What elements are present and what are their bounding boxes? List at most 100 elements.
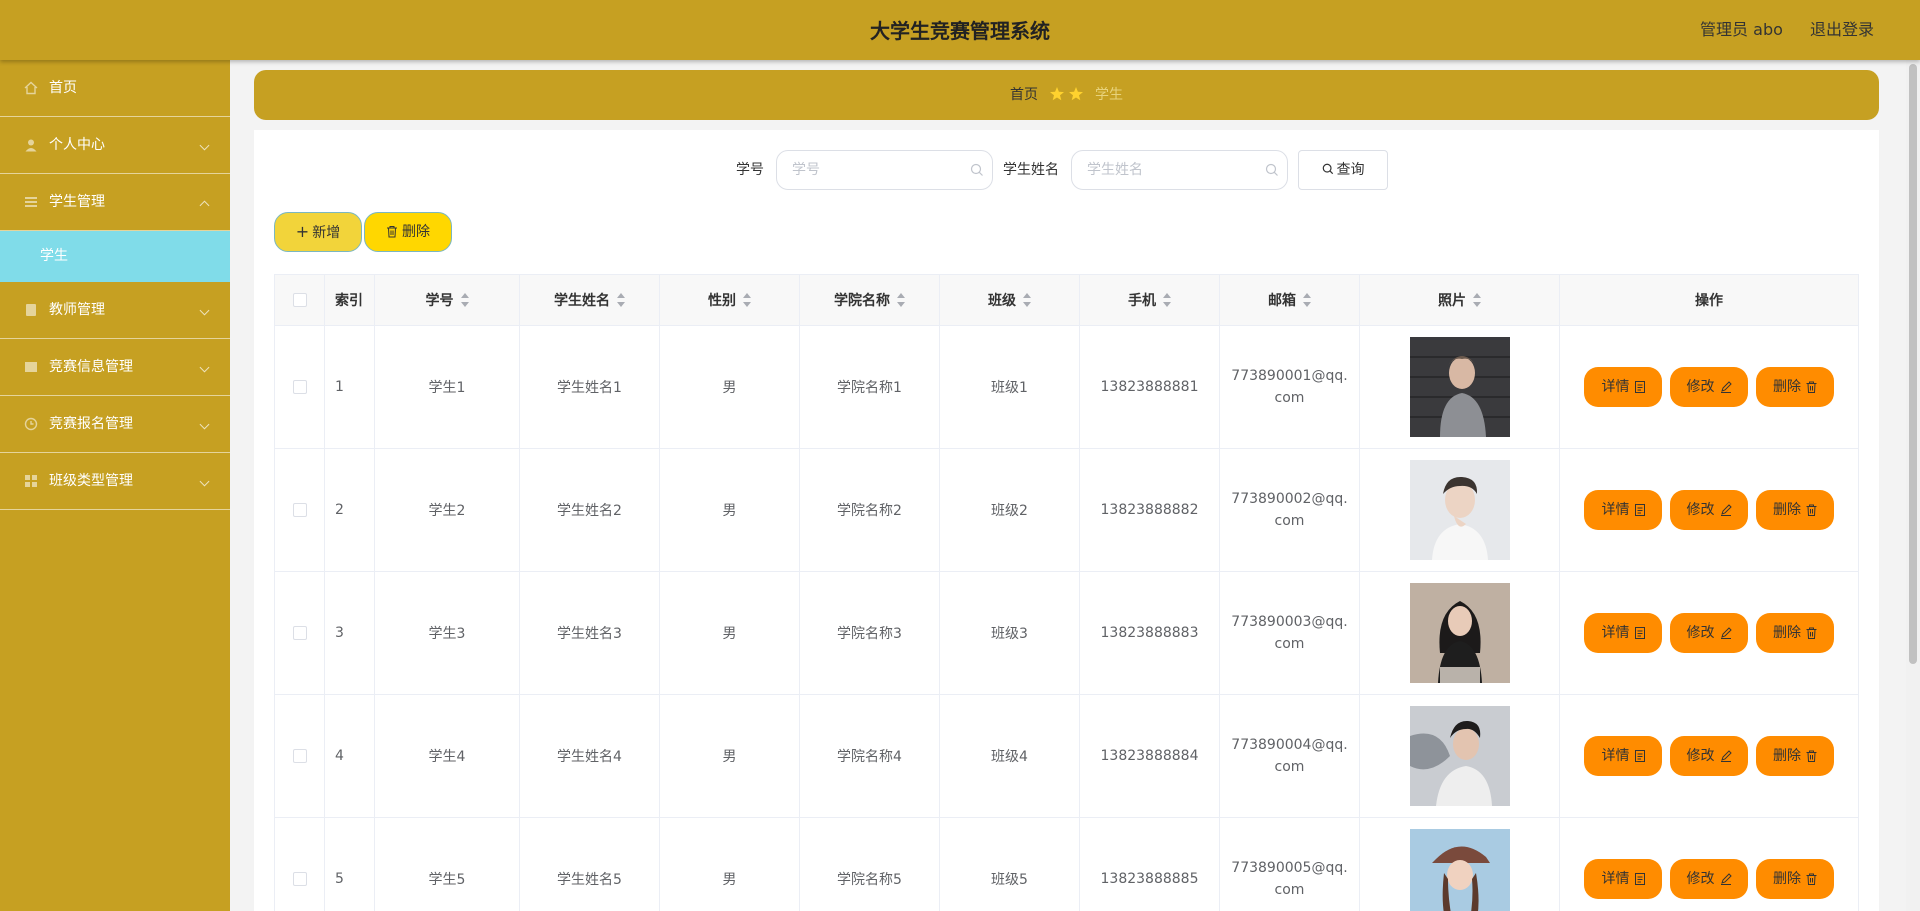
sidebar-item-class-type[interactable]: 班级类型管理: [0, 453, 230, 510]
cell-gender: 男: [659, 817, 800, 911]
row-checkbox[interactable]: [292, 503, 307, 517]
delete-button[interactable]: 删除: [1756, 859, 1834, 899]
column-header-photo[interactable]: 照片: [1359, 274, 1560, 326]
cell-college: 学院名称3: [799, 571, 940, 695]
top-bar: 大学生竞赛管理系统 管理员 abo 退出登录: [0, 0, 1920, 60]
delete-button[interactable]: 删除: [1756, 490, 1834, 530]
edit-button[interactable]: 修改: [1670, 736, 1748, 776]
select-all-checkbox[interactable]: [292, 293, 307, 307]
column-header-phone[interactable]: 手机: [1079, 274, 1220, 326]
search-icon: [970, 163, 983, 176]
edit-button-label: 修改: [1686, 871, 1715, 887]
delete-button[interactable]: 删除: [1756, 367, 1834, 407]
delete-button[interactable]: 删除: [1756, 736, 1834, 776]
sidebar-item-profile[interactable]: 个人中心: [0, 117, 230, 174]
query-button-label: 查询: [1336, 162, 1365, 178]
student-photo[interactable]: [1409, 829, 1510, 911]
detail-button[interactable]: 详情: [1584, 859, 1662, 899]
cell-actions: 详情 修改 删除: [1559, 325, 1859, 449]
column-header-class[interactable]: 班级: [939, 274, 1080, 326]
cell-phone: 13823888882: [1079, 448, 1220, 572]
delete-button-label: 删除: [1773, 748, 1801, 764]
table-header-row: 索引 学号 学生姓名 性别 学院名称 班级 手机 邮箱 照片 操作: [274, 274, 1859, 326]
student-no-input[interactable]: [776, 150, 993, 190]
chevron-down-icon: [199, 140, 210, 151]
sort-icon[interactable]: [897, 293, 905, 307]
trash-icon: [1806, 873, 1817, 885]
student-photo[interactable]: [1409, 337, 1510, 437]
student-photo[interactable]: [1409, 583, 1510, 683]
apps-icon: [25, 475, 37, 487]
column-header-student-no[interactable]: 学号: [374, 274, 520, 326]
chevron-up-icon: [199, 200, 210, 211]
scrollbar-thumb[interactable]: [1909, 64, 1917, 664]
sidebar-subitem-student[interactable]: 学生: [0, 231, 230, 282]
cell-gender: 男: [659, 694, 800, 818]
sidebar-item-label: 竞赛报名管理: [49, 416, 133, 432]
column-header-gender[interactable]: 性别: [659, 274, 800, 326]
cell-student-no: 学生2: [374, 448, 520, 572]
delete-button[interactable]: 删除: [1756, 613, 1834, 653]
detail-button[interactable]: 详情: [1584, 736, 1662, 776]
page-scrollbar[interactable]: [1906, 60, 1920, 911]
add-button[interactable]: + 新增: [274, 212, 362, 252]
column-header-college[interactable]: 学院名称: [799, 274, 940, 326]
breadcrumb-home[interactable]: 首页: [1010, 87, 1038, 103]
clock-icon: [24, 417, 38, 431]
student-name-input[interactable]: [1071, 150, 1288, 190]
edit-button[interactable]: 修改: [1670, 490, 1748, 530]
sort-icon[interactable]: [460, 293, 469, 307]
student-photo[interactable]: [1409, 706, 1510, 806]
edit-button[interactable]: 修改: [1670, 859, 1748, 899]
detail-button[interactable]: 详情: [1584, 367, 1662, 407]
row-checkbox[interactable]: [292, 626, 307, 640]
cell-gender: 男: [659, 571, 800, 695]
table-row: 2 学生2 学生姓名2 男 学院名称2 班级2 13823888882 7738…: [274, 448, 1859, 572]
column-header-label: 邮箱: [1268, 293, 1296, 309]
sort-icon[interactable]: [617, 293, 625, 307]
cell-student-no: 学生5: [374, 817, 520, 911]
sort-icon[interactable]: [743, 293, 751, 307]
query-button[interactable]: 查询: [1298, 150, 1388, 190]
document-icon: [1634, 627, 1645, 639]
column-header-email[interactable]: 邮箱: [1219, 274, 1360, 326]
sidebar-item-home[interactable]: 首页: [0, 60, 230, 117]
sidebar-item-teacher-management[interactable]: 教师管理: [0, 282, 230, 339]
cell-actions: 详情 修改 删除: [1559, 571, 1859, 695]
cell-name: 学生姓名3: [519, 571, 660, 695]
sort-icon[interactable]: [1303, 293, 1311, 307]
student-photo[interactable]: [1409, 460, 1510, 560]
cell-email: 773890005@qq.com: [1219, 817, 1360, 911]
main-panel: 学号 学生姓名 查询 +新增 删除 索引 学号 学生姓: [254, 130, 1879, 911]
cell-college: 学院名称4: [799, 694, 940, 818]
sidebar-item-competition-info[interactable]: 竞赛信息管理: [0, 339, 230, 396]
student-no-label: 学号: [736, 162, 764, 178]
sidebar-item-competition-registration[interactable]: 竞赛报名管理: [0, 396, 230, 453]
sort-icon[interactable]: [1163, 293, 1171, 307]
chevron-down-icon: [199, 419, 210, 430]
detail-button[interactable]: 详情: [1584, 613, 1662, 653]
edit-button[interactable]: 修改: [1670, 367, 1748, 407]
row-checkbox[interactable]: [292, 380, 307, 394]
search-icon: [1322, 163, 1333, 175]
row-checkbox[interactable]: [292, 872, 307, 886]
search-form: 学号 学生姓名 查询: [254, 150, 1879, 190]
sort-icon[interactable]: [1473, 293, 1481, 307]
student-table: 索引 学号 学生姓名 性别 学院名称 班级 手机 邮箱 照片 操作 1 学生1 …: [274, 274, 1859, 911]
sidebar: 首页 个人中心 学生管理 学生 教师管理 竞赛信息管理 竞赛报名管理 班级类型管…: [0, 60, 230, 911]
sidebar-item-student-management[interactable]: 学生管理: [0, 174, 230, 231]
cell-phone: 13823888883: [1079, 571, 1220, 695]
cell-index: 3: [324, 571, 375, 695]
batch-delete-button[interactable]: 删除: [364, 212, 452, 252]
row-checkbox[interactable]: [292, 749, 307, 763]
document-icon: [1634, 381, 1645, 393]
cell-actions: 详情 修改 删除: [1559, 448, 1859, 572]
column-header-name[interactable]: 学生姓名: [519, 274, 660, 326]
sort-icon[interactable]: [1023, 293, 1031, 307]
list-icon: [25, 197, 37, 207]
edit-button[interactable]: 修改: [1670, 613, 1748, 653]
detail-button[interactable]: 详情: [1584, 490, 1662, 530]
logout-link[interactable]: 退出登录: [1810, 20, 1874, 39]
document-icon: [1634, 873, 1645, 885]
current-user: 管理员 abo: [1700, 20, 1783, 39]
